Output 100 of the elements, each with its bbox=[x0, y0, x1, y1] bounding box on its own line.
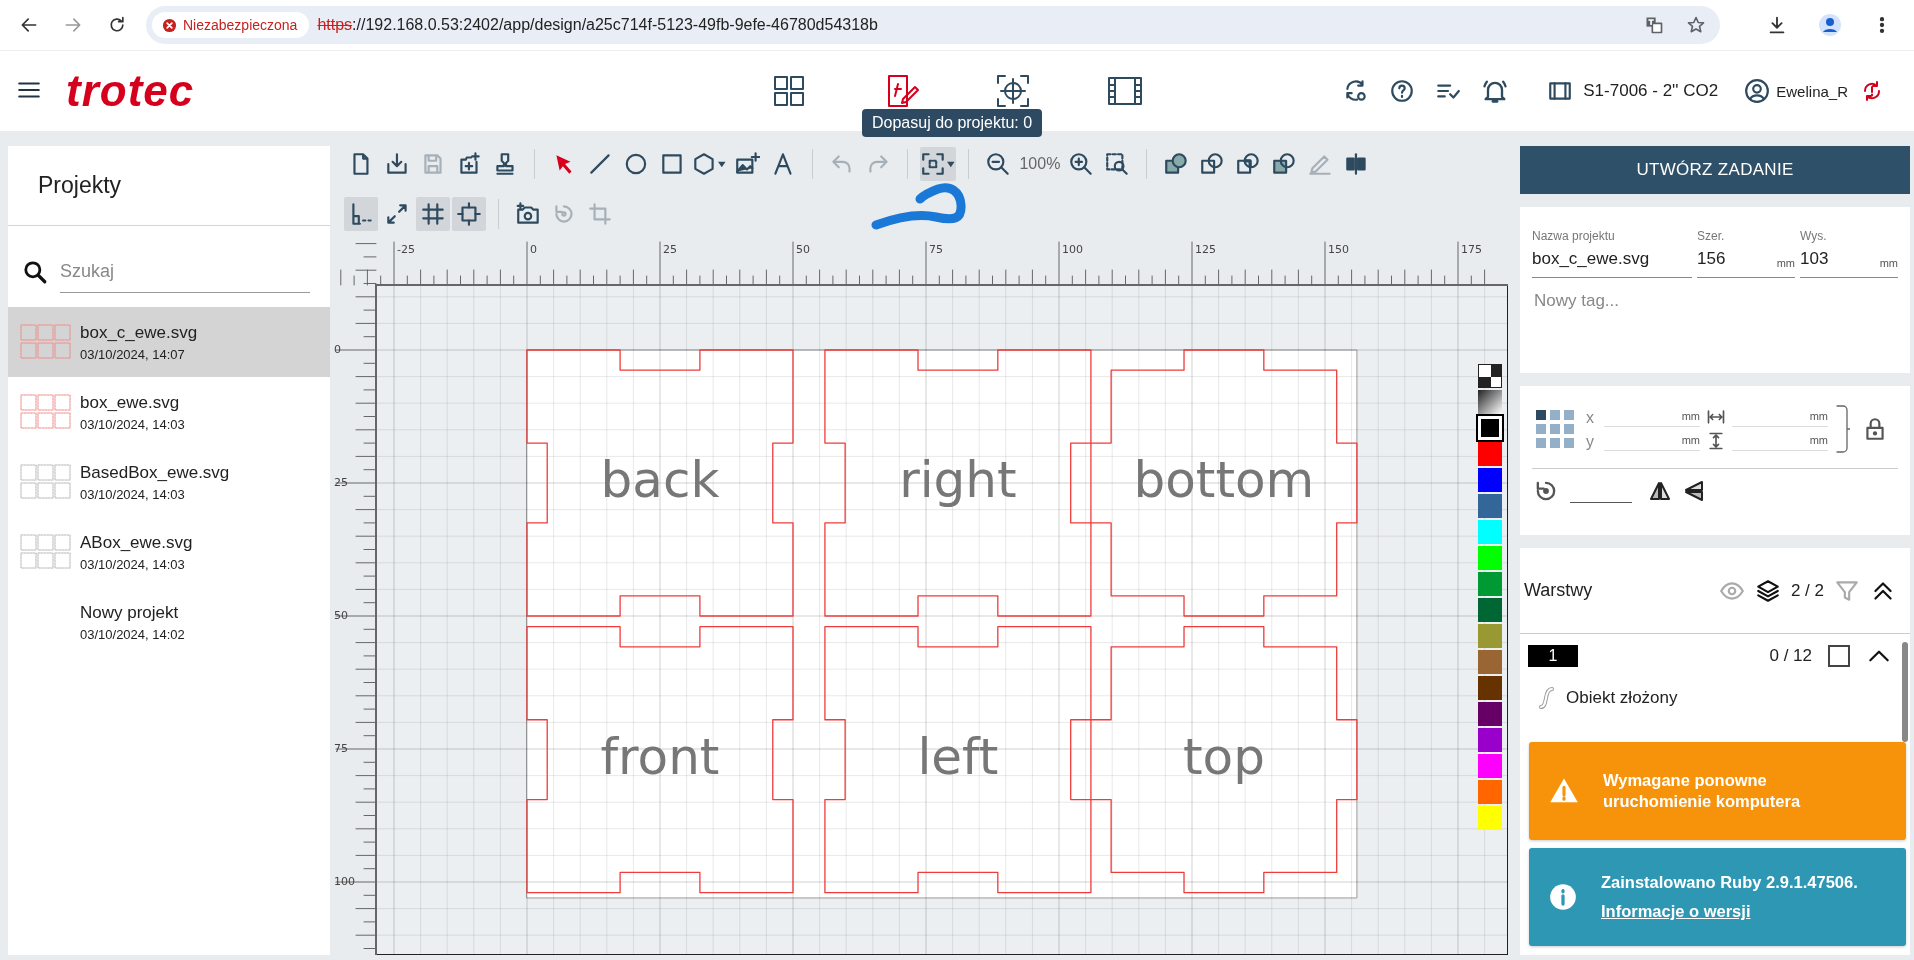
layer-object-count: 0 / 12 bbox=[1769, 646, 1812, 666]
piece-label: left bbox=[917, 727, 999, 786]
field-label: Nazwa projektu bbox=[1532, 229, 1616, 243]
zoom-in-icon bbox=[1068, 151, 1095, 177]
arrow-left-icon bbox=[19, 15, 39, 35]
logo[interactable]: trotec bbox=[66, 66, 195, 116]
user-name[interactable]: Ewelina_R bbox=[1776, 82, 1848, 100]
zoom-out-icon bbox=[985, 151, 1012, 177]
width-field[interactable]: 156 bbox=[1697, 249, 1726, 269]
security-badge[interactable]: Niezabezpieczona bbox=[152, 12, 310, 38]
height-icon bbox=[1706, 431, 1726, 451]
color-swatch[interactable] bbox=[1478, 442, 1502, 466]
help-icon[interactable] bbox=[1389, 78, 1416, 104]
color-swatch[interactable] bbox=[1478, 650, 1502, 674]
section-title: Warstwy bbox=[1524, 580, 1594, 601]
project-name: box_c_ewe.svg bbox=[80, 322, 198, 343]
project-item[interactable]: box_c_ewe.svg 03/10/2024, 14:07 bbox=[8, 307, 330, 377]
search-field[interactable]: Szukaj bbox=[60, 251, 310, 293]
frame-toggle-button[interactable] bbox=[452, 197, 486, 231]
flip-horizontal-icon[interactable] bbox=[1648, 479, 1672, 503]
create-job-button[interactable]: UTWÓRZ ZADANIE bbox=[1520, 146, 1910, 194]
color-swatch[interactable] bbox=[1478, 754, 1502, 778]
project-thumbnail bbox=[20, 324, 72, 360]
frame-toggle-icon bbox=[456, 201, 482, 227]
layer-object[interactable]: Obiekt złożony bbox=[1566, 688, 1678, 708]
color-swatch[interactable] bbox=[1478, 494, 1502, 518]
axis-label: y bbox=[1586, 433, 1595, 451]
url-text: https://192.168.0.53:2402/app/design/a25c714f-5123-49fb-9efe-46780d54318b bbox=[317, 16, 879, 34]
ruler-label: 175 bbox=[1461, 243, 1482, 256]
project-item[interactable]: Nowy projekt 03/10/2024, 14:02 bbox=[8, 587, 330, 657]
project-name: BasedBox_ewe.svg bbox=[80, 462, 230, 483]
image-tool-icon bbox=[733, 151, 760, 177]
ruler-label: 75 bbox=[929, 243, 943, 256]
flip-vertical-icon[interactable] bbox=[1682, 479, 1706, 503]
ruler-label: 125 bbox=[1195, 243, 1216, 256]
axis-label: x bbox=[1586, 409, 1595, 427]
color-swatch[interactable] bbox=[1478, 468, 1502, 492]
color-swatch[interactable] bbox=[1478, 520, 1502, 544]
color-swatch[interactable] bbox=[1478, 780, 1502, 804]
reload-icon bbox=[107, 15, 127, 35]
fit-to-project-icon bbox=[919, 151, 957, 177]
project-name-field[interactable]: box_c_ewe.svg bbox=[1532, 249, 1692, 278]
piece-label: right bbox=[899, 451, 1017, 509]
color-swatch[interactable] bbox=[1478, 702, 1502, 726]
bell-icon[interactable] bbox=[1481, 77, 1510, 105]
ruler-label: 25 bbox=[663, 243, 677, 256]
shape-subtract-icon bbox=[1199, 151, 1226, 177]
resize-icon bbox=[384, 201, 410, 227]
layer-checkbox[interactable] bbox=[1828, 645, 1850, 667]
project-date: 03/10/2024, 14:02 bbox=[80, 626, 185, 642]
fit-to-project-button[interactable] bbox=[919, 147, 957, 181]
piece-label: back bbox=[600, 451, 720, 509]
project-item[interactable]: BasedBox_ewe.svg 03/10/2024, 14:03 bbox=[8, 447, 330, 517]
ruler-label: 0 bbox=[530, 243, 537, 256]
project-date: 03/10/2024, 14:07 bbox=[80, 346, 186, 362]
profile-avatar-icon[interactable] bbox=[1818, 13, 1842, 37]
unit-label: mm bbox=[1809, 410, 1828, 422]
grid-toggle-button[interactable] bbox=[416, 197, 450, 231]
notification-text: Wymagane ponowne uruchomienie komputera bbox=[1603, 769, 1802, 812]
layer-number: 1 bbox=[1528, 645, 1578, 667]
snap-to-object-button[interactable] bbox=[344, 197, 378, 231]
unit-label: mm bbox=[1681, 434, 1700, 446]
address-bar[interactable]: Niezabezpieczona https://192.168.0.53:2402/app/design/a25c714f-5123-49fb-9efe-46780d54318b bbox=[146, 6, 1720, 44]
height-field[interactable]: 103 bbox=[1800, 249, 1829, 269]
color-swatch[interactable] bbox=[1478, 572, 1502, 596]
machine-name[interactable]: S1-7006 - 2'' CO2 bbox=[1583, 81, 1719, 101]
ruler-label: -25 bbox=[397, 243, 415, 256]
color-swatch[interactable] bbox=[1478, 598, 1502, 622]
scrollbar[interactable] bbox=[1902, 642, 1908, 742]
width-icon bbox=[1706, 407, 1726, 427]
crop-icon bbox=[587, 201, 613, 227]
search-icon bbox=[22, 259, 48, 285]
project-thumbnail bbox=[20, 534, 72, 570]
color-swatch[interactable] bbox=[1478, 728, 1502, 752]
color-swatch[interactable] bbox=[1478, 676, 1502, 700]
color-swatch[interactable] bbox=[1478, 546, 1502, 570]
line-tool-icon bbox=[587, 151, 613, 177]
piece-label: front bbox=[600, 727, 720, 786]
color-swatch[interactable] bbox=[1478, 624, 1502, 648]
unit-label: mm bbox=[1879, 257, 1898, 269]
arrow-right-icon bbox=[63, 15, 83, 35]
bookmark-star-icon[interactable] bbox=[1686, 15, 1706, 35]
color-swatch[interactable] bbox=[1478, 390, 1502, 414]
layers-icon[interactable] bbox=[1754, 577, 1781, 604]
color-swatch[interactable] bbox=[1478, 806, 1502, 830]
unit-label: mm bbox=[1776, 257, 1795, 269]
user-icon[interactable] bbox=[1744, 78, 1771, 104]
project-item[interactable]: box_ewe.svg 03/10/2024, 14:03 bbox=[8, 377, 330, 447]
ruler-label: 0 bbox=[334, 343, 341, 356]
project-item[interactable]: ABox_ewe.svg 03/10/2024, 14:03 bbox=[8, 517, 330, 587]
notification-text: Zainstalowano Ruby 2.9.1.47506. bbox=[1601, 871, 1858, 893]
bracket-line bbox=[1836, 404, 1850, 454]
translate-icon[interactable] bbox=[1644, 15, 1664, 35]
field-label: Wys. bbox=[1800, 229, 1828, 243]
color-swatch[interactable] bbox=[1478, 364, 1502, 388]
panel-title: Projekty bbox=[38, 172, 122, 199]
ruler-label: 150 bbox=[1328, 243, 1349, 256]
layer-count: 2 / 2 bbox=[1790, 580, 1824, 601]
project-name: box_ewe.svg bbox=[80, 392, 181, 413]
shape-union-icon bbox=[1163, 151, 1190, 177]
